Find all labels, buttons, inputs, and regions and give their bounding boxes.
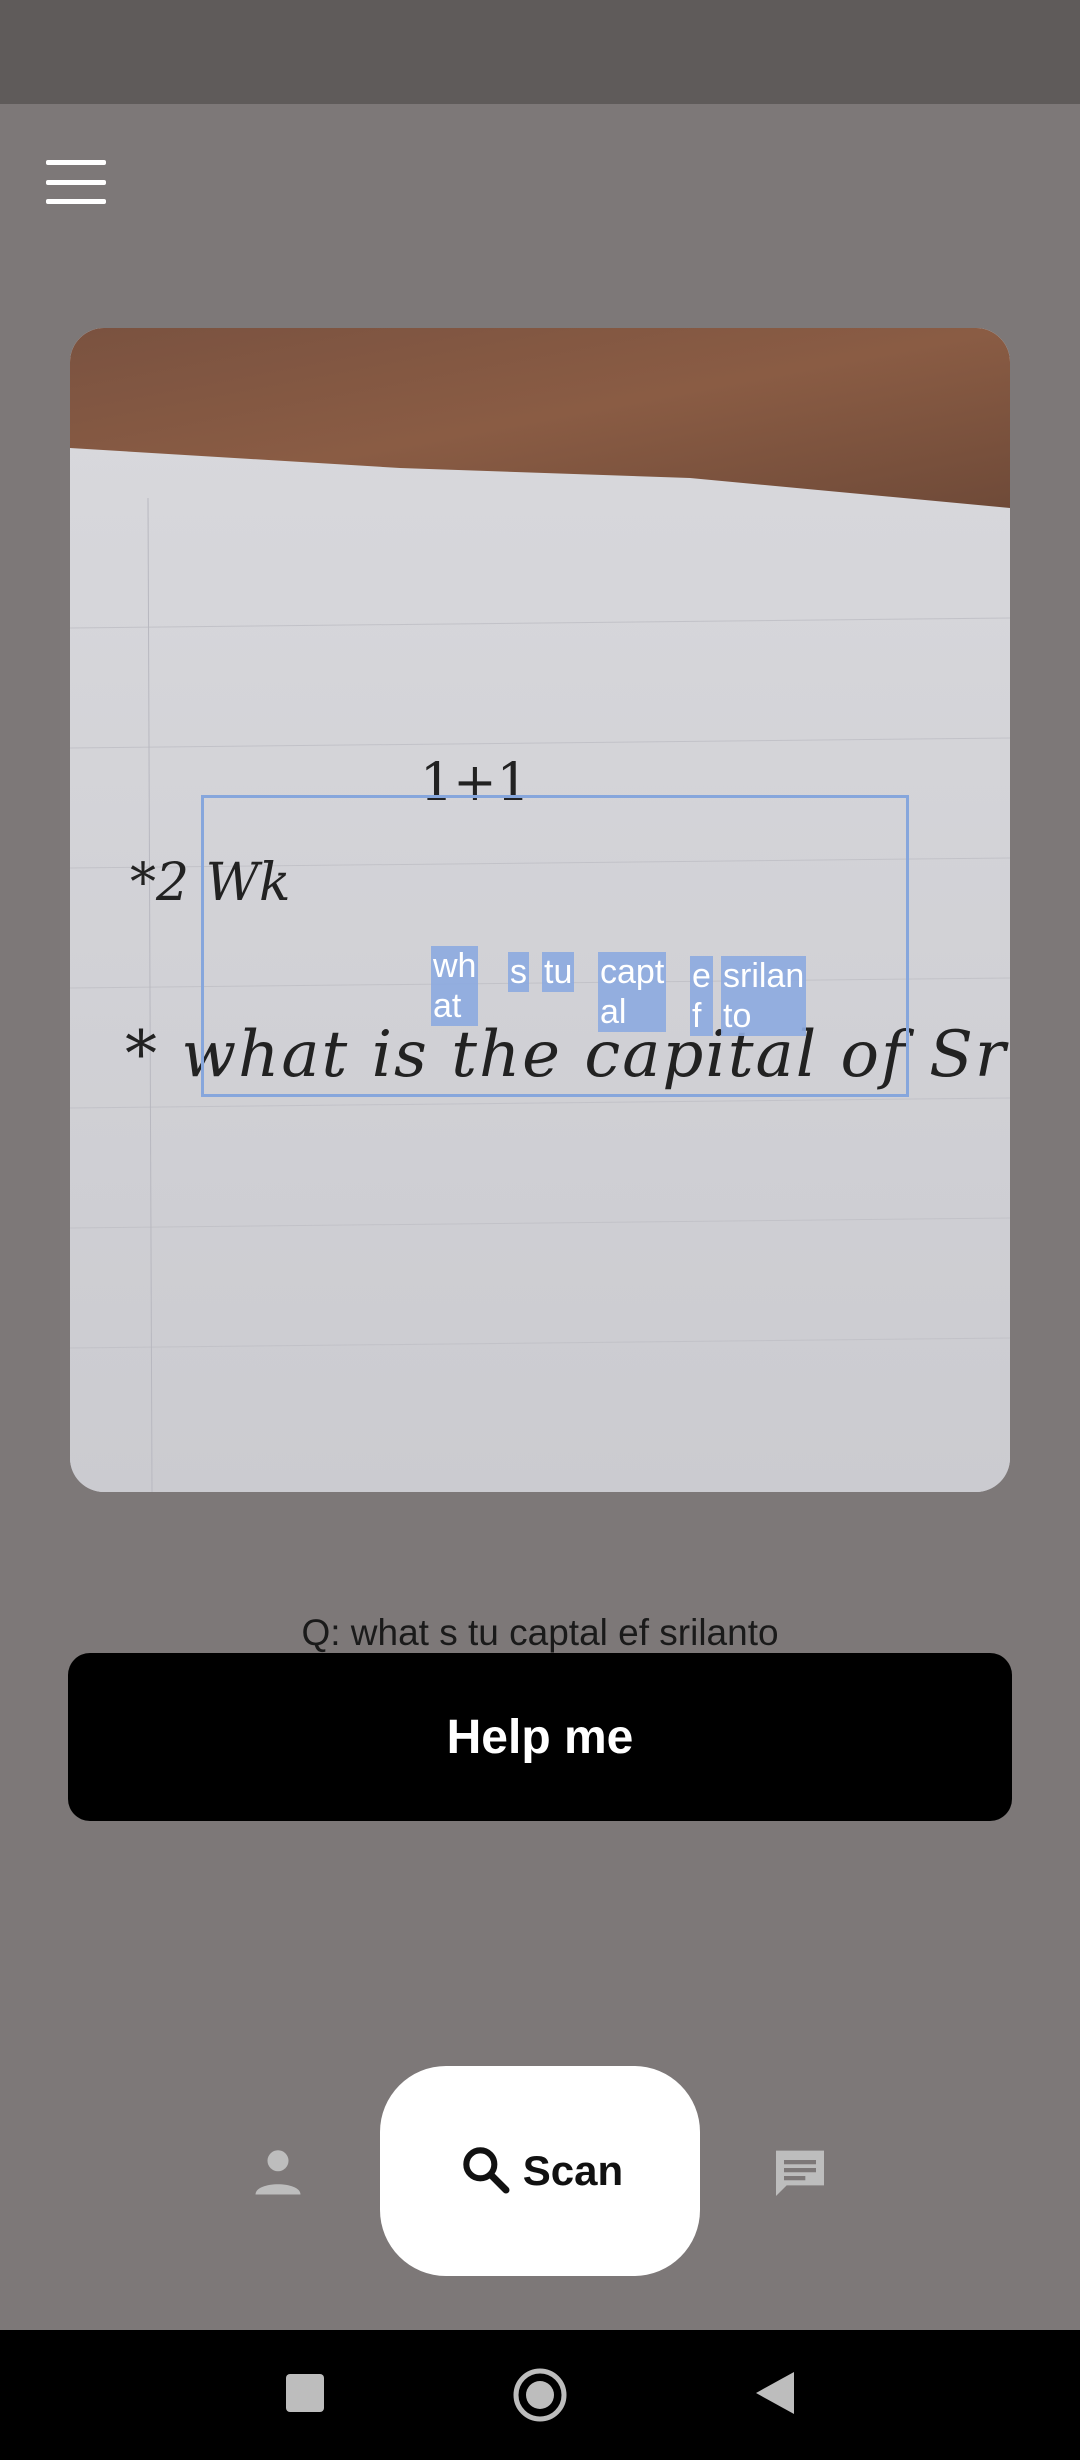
ocr-detection-box xyxy=(201,795,909,1097)
bottom-navigation: Scan xyxy=(0,2060,1080,2320)
circle-icon[interactable] xyxy=(511,2366,569,2429)
menu-line xyxy=(46,199,106,204)
chat-icon[interactable] xyxy=(768,2140,832,2204)
ocr-word: s xyxy=(508,952,529,992)
menu-line xyxy=(46,179,106,185)
person-icon[interactable] xyxy=(248,2142,308,2202)
system-navigation-bar xyxy=(0,2330,1080,2460)
status-bar xyxy=(0,0,1080,104)
triangle-back-icon[interactable] xyxy=(752,2370,796,2421)
ocr-word: srilan to xyxy=(721,956,807,1036)
ocr-word: e f xyxy=(690,956,713,1036)
menu-line xyxy=(46,160,106,165)
search-icon xyxy=(457,2141,513,2202)
help-me-button[interactable]: Help me xyxy=(68,1653,1012,1821)
ocr-word: wh at xyxy=(431,946,479,1026)
scan-tab-button[interactable]: Scan xyxy=(380,2066,700,2276)
scan-label: Scan xyxy=(522,2147,624,2194)
ocr-word: tu xyxy=(542,952,575,992)
hamburger-menu-icon[interactable] xyxy=(46,160,106,204)
ocr-word: capt al xyxy=(598,952,667,1032)
square-icon[interactable] xyxy=(284,2372,326,2419)
